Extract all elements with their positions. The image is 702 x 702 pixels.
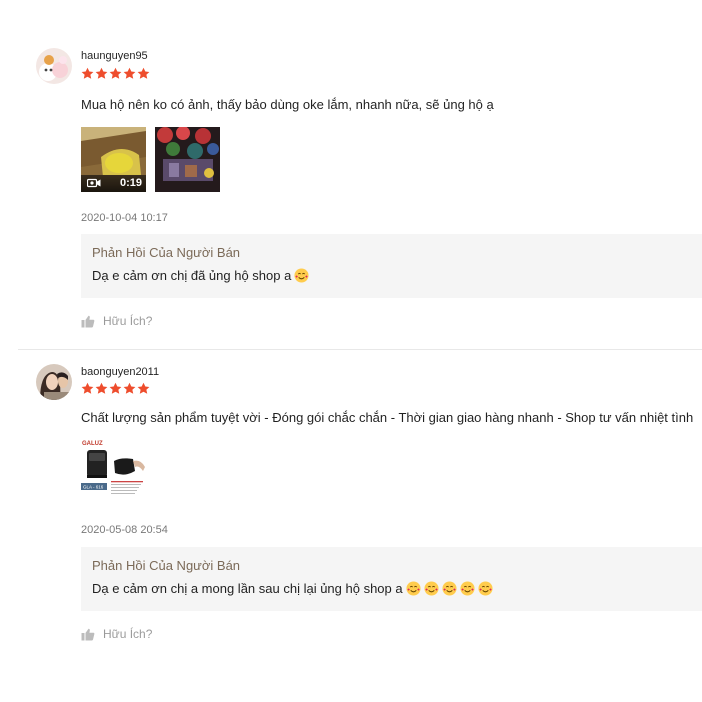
brand-label: GALUZ: [82, 441, 103, 447]
star-icon: [109, 67, 122, 79]
seller-reply: Phản Hồi Của Người Bán Dạ e cảm ơn chị đ…: [81, 234, 702, 298]
smiling-face-with-hearts-icon: [442, 581, 457, 596]
smiling-face-with-hearts-icon: [460, 581, 475, 596]
smiling-face-with-hearts-icon: [424, 581, 439, 596]
smiling-face-with-hearts-icon: [478, 581, 493, 596]
review-image-thumbnail[interactable]: [155, 127, 220, 192]
thumbs-up-icon: [81, 628, 95, 640]
seller-reply-text: Dạ e cảm ơn chị a mong lần sau chị lại ủ…: [92, 581, 403, 596]
avatar[interactable]: [36, 364, 72, 400]
star-rating: [81, 382, 150, 395]
review-date: 2020-10-04 10:17: [81, 212, 168, 224]
avatar[interactable]: [36, 48, 72, 84]
username[interactable]: haunguyen95: [81, 50, 148, 62]
helpful-label: Hữu Ích?: [103, 314, 153, 328]
review-image-thumbnail[interactable]: GALUZ GLA - 616: [81, 437, 146, 502]
star-icon: [137, 67, 150, 79]
review-date: 2020-05-08 20:54: [81, 524, 168, 536]
star-icon: [95, 67, 108, 79]
review-comment: Mua hộ nên ko có ảnh, thấy bảo dùng oke …: [81, 97, 494, 112]
star-icon: [123, 67, 136, 79]
thumbs-up-icon: [81, 315, 95, 327]
review-video-thumbnail[interactable]: 0:19: [81, 127, 146, 192]
seller-reply-title: Phản Hồi Của Người Bán: [92, 245, 241, 260]
review-media: 0:19: [81, 127, 220, 192]
video-duration: 0:19: [119, 177, 142, 189]
helpful-button[interactable]: Hữu Ích?: [81, 314, 152, 328]
star-icon: [81, 382, 94, 394]
model-label: GLA - 616: [83, 485, 104, 490]
review-divider: [18, 349, 702, 350]
star-icon: [109, 382, 122, 394]
smiling-face-with-hearts-icon: [294, 268, 309, 283]
star-icon: [95, 382, 108, 394]
helpful-button[interactable]: Hữu Ích?: [81, 627, 152, 641]
star-icon: [123, 382, 136, 394]
seller-reply-content: Dạ e cảm ơn chị đã ủng hộ shop a: [92, 268, 691, 283]
star-icon: [137, 382, 150, 394]
star-rating: [81, 67, 150, 80]
star-icon: [81, 67, 94, 79]
seller-reply-content: Dạ e cảm ơn chị a mong lần sau chị lại ủ…: [92, 581, 691, 596]
seller-reply-title: Phản Hồi Của Người Bán: [92, 558, 241, 573]
helpful-label: Hữu Ích?: [103, 627, 153, 641]
video-badge: 0:19: [81, 174, 146, 192]
seller-reply-text: Dạ e cảm ơn chị đã ủng hộ shop a: [92, 268, 292, 283]
seller-reply: Phản Hồi Của Người Bán Dạ e cảm ơn chị a…: [81, 547, 702, 611]
review-media: GALUZ GLA - 616: [81, 437, 146, 502]
review-comment: Chất lượng sản phẩm tuyệt vời - Đóng gói…: [81, 410, 694, 425]
video-camera-icon: [87, 178, 101, 188]
username[interactable]: baonguyen2011: [81, 366, 159, 378]
smiling-face-with-hearts-icon: [406, 581, 421, 596]
